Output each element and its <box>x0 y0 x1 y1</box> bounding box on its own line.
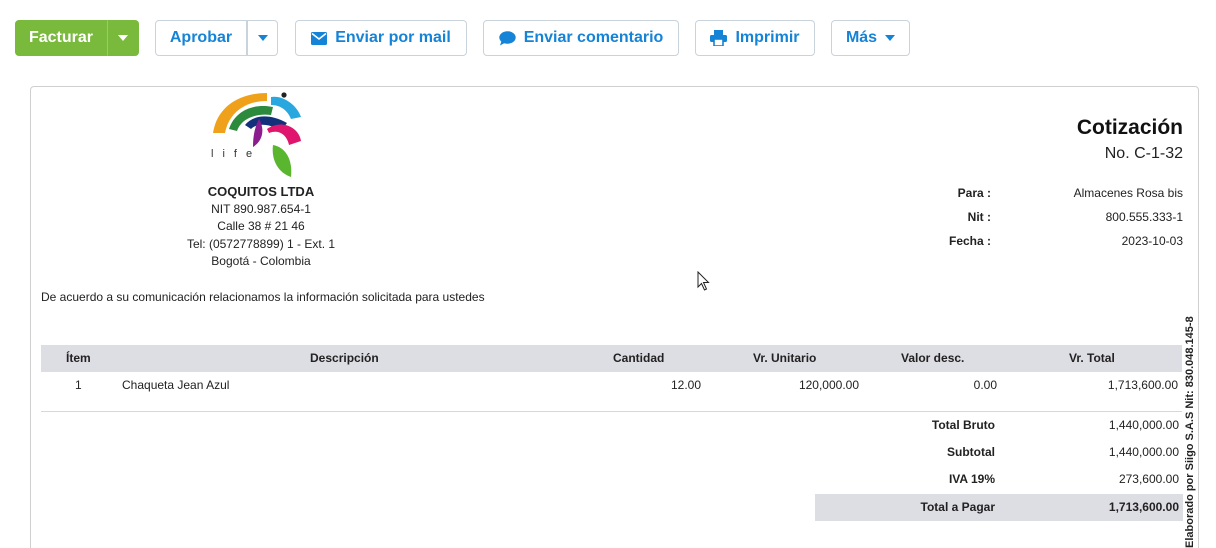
facturar-split-button: Facturar <box>15 20 139 56</box>
company-name: COQUITOS LTDA <box>207 184 315 199</box>
mouse-cursor-icon <box>697 271 710 291</box>
intro-text: De acuerdo a su comunicación relacionamo… <box>41 290 485 304</box>
document-title: Cotización <box>1076 116 1183 139</box>
iva-value: 273,600.00 <box>1118 472 1179 486</box>
printer-icon <box>710 30 728 46</box>
nit-label: Nit : <box>967 210 991 224</box>
imprimir-button[interactable]: Imprimir <box>695 20 815 56</box>
meta-nit: Nit : 800.555.333-1 <box>911 210 1183 234</box>
fecha-label: Fecha : <box>948 234 991 248</box>
siigo-side-note: Elaborado por Siigo S.A.S Nit: 830.048.1… <box>1184 316 1196 548</box>
aprobar-dropdown-button[interactable] <box>247 20 278 56</box>
client-meta: Para : Almacenes Rosa bis Nit : 800.555.… <box>911 186 1183 258</box>
subtotal-label: Subtotal <box>947 445 995 459</box>
company-logo: life <box>211 92 301 177</box>
iva-label: IVA 19% <box>948 472 995 486</box>
fecha-value: 2023-10-03 <box>1121 234 1183 248</box>
comment-icon <box>498 30 516 45</box>
company-address: Calle 38 # 21 46 <box>217 219 305 233</box>
para-value: Almacenes Rosa bis <box>1073 186 1183 200</box>
logo-text: life <box>211 148 261 160</box>
cell-cantidad: 12.00 <box>670 378 701 392</box>
header-valor-desc: Valor desc. <box>901 351 965 365</box>
header-vr-unitario: Vr. Unitario <box>753 351 817 365</box>
para-label: Para : <box>957 186 991 200</box>
header-item: Ítem <box>66 351 91 365</box>
header-cantidad: Cantidad <box>613 351 665 365</box>
enviar-mail-button[interactable]: Enviar por mail <box>295 20 467 56</box>
company-city: Bogotá - Colombia <box>211 254 311 268</box>
envelope-icon <box>311 31 328 45</box>
cell-descripcion: Chaqueta Jean Azul <box>122 378 230 392</box>
total-a-pagar-label: Total a Pagar <box>920 500 995 514</box>
enviar-mail-label: Enviar por mail <box>335 29 451 46</box>
company-phone: Tel: (0572778899) 1 - Ext. 1 <box>186 236 336 251</box>
cell-vr-total: 1,713,600.00 <box>1107 378 1178 392</box>
caret-down-icon <box>257 35 268 41</box>
items-table-header: Ítem Descripción Cantidad Vr. Unitario V… <box>41 345 1182 372</box>
nit-value: 800.555.333-1 <box>1105 210 1183 224</box>
total-bruto-label: Total Bruto <box>931 418 995 432</box>
cell-vr-unitario: 120,000.00 <box>798 378 859 392</box>
company-nit: NIT 890.987.654-1 <box>211 201 311 216</box>
document-number: No. C-1-32 <box>1104 145 1183 162</box>
enviar-comentario-button[interactable]: Enviar comentario <box>483 20 679 56</box>
facturar-button[interactable]: Facturar <box>15 20 107 56</box>
total-bruto-row: Total Bruto 1,440,000.00 <box>815 412 1183 439</box>
facturar-dropdown-button[interactable] <box>107 20 139 56</box>
aprobar-split-button: Aprobar <box>155 20 278 56</box>
caret-down-icon <box>118 35 128 41</box>
enviar-comentario-label: Enviar comentario <box>523 29 664 46</box>
meta-fecha: Fecha : 2023-10-03 <box>911 234 1183 258</box>
subtotal-value: 1,440,000.00 <box>1108 445 1179 459</box>
total-a-pagar-row: Total a Pagar 1,713,600.00 <box>815 494 1183 521</box>
aprobar-button[interactable]: Aprobar <box>155 20 247 56</box>
caret-down-icon <box>885 35 896 41</box>
quote-document: life COQUITOS LTDA NIT 890.987.654-1 Cal… <box>30 86 1199 548</box>
cell-item: 1 <box>75 378 82 392</box>
meta-para: Para : Almacenes Rosa bis <box>911 186 1183 210</box>
total-a-pagar-value: 1,713,600.00 <box>1108 500 1179 514</box>
header-descripcion: Descripción <box>310 351 379 365</box>
imprimir-label: Imprimir <box>735 29 800 46</box>
cell-valor-desc: 0.00 <box>973 378 997 392</box>
mas-label: Más <box>845 29 878 46</box>
company-info: COQUITOS LTDA NIT 890.987.654-1 Calle 38… <box>161 183 361 271</box>
subtotal-row: Subtotal 1,440,000.00 <box>815 439 1183 466</box>
iva-row: IVA 19% 273,600.00 <box>815 466 1183 493</box>
table-row: 1 Chaqueta Jean Azul 12.00 120,000.00 0.… <box>41 372 1182 399</box>
total-bruto-value: 1,440,000.00 <box>1108 418 1179 432</box>
mas-button[interactable]: Más <box>831 20 910 56</box>
header-vr-total: Vr. Total <box>1069 351 1115 365</box>
